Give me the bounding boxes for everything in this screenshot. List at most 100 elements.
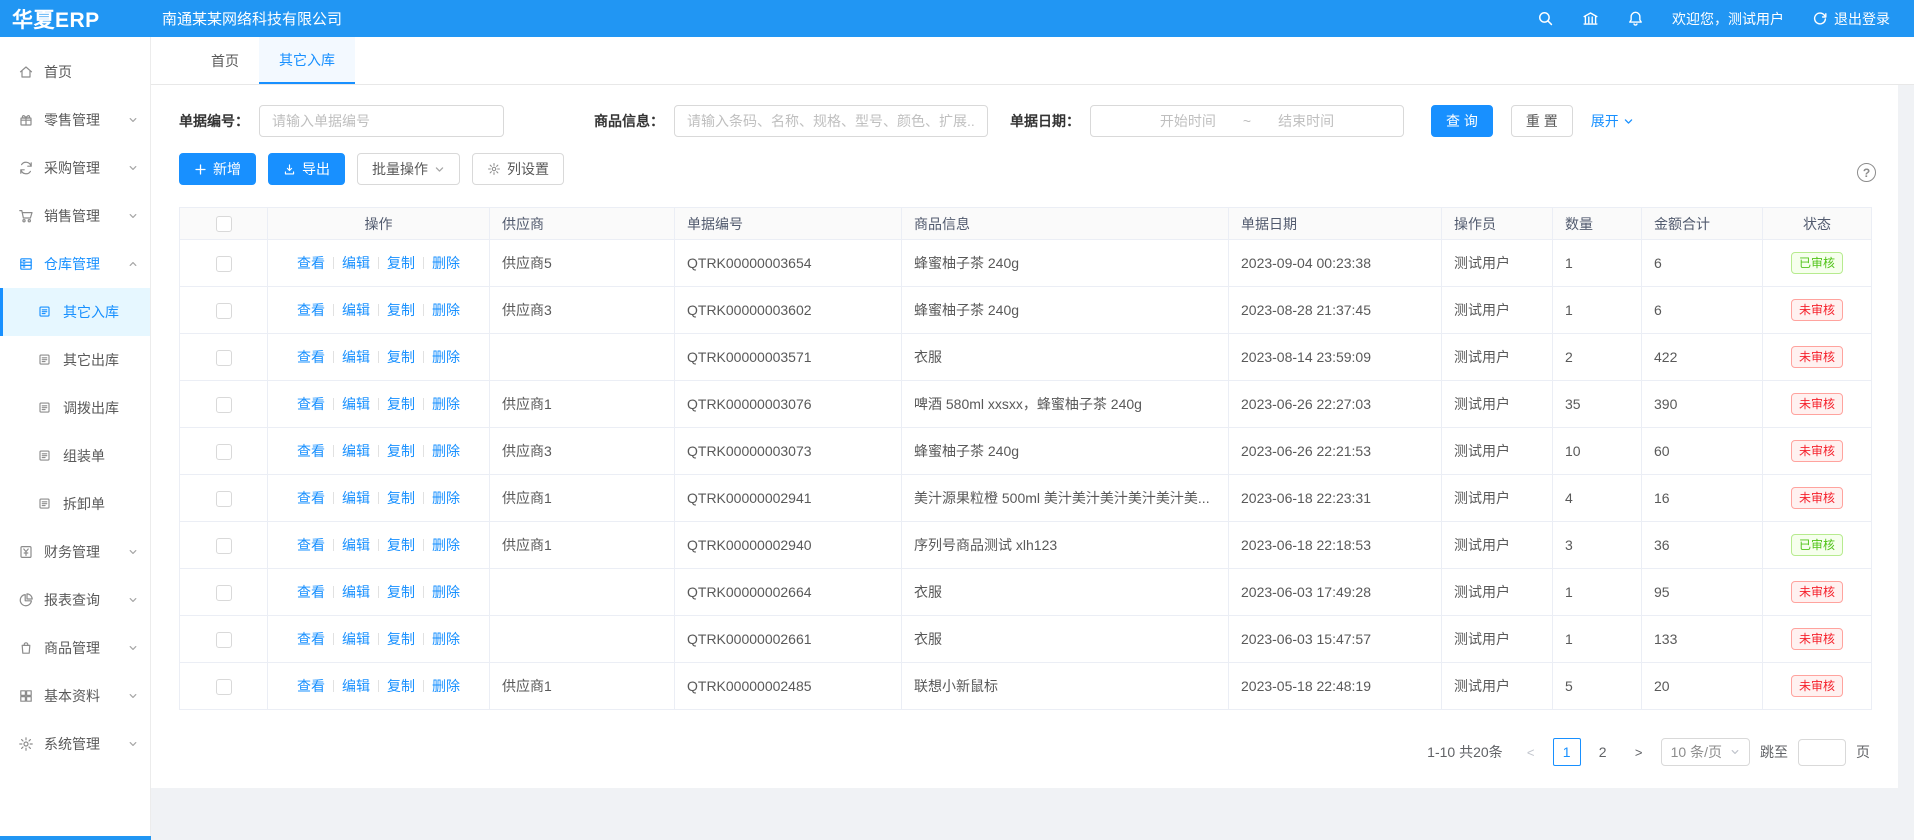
- sidebar-item-4[interactable]: 仓库管理: [0, 240, 150, 288]
- row-action-复制[interactable]: 复制: [387, 537, 415, 553]
- row-action-删除[interactable]: 删除: [432, 443, 460, 459]
- row-action-复制[interactable]: 复制: [387, 396, 415, 412]
- sidebar-item-7[interactable]: 调拨出库: [0, 384, 150, 432]
- row-checkbox[interactable]: [216, 350, 232, 366]
- row-action-复制[interactable]: 复制: [387, 443, 415, 459]
- row-action-删除[interactable]: 删除: [432, 255, 460, 271]
- tab-1[interactable]: 其它入库: [259, 37, 355, 84]
- sidebar-item-6[interactable]: 其它出库: [0, 336, 150, 384]
- bank-icon[interactable]: [1582, 10, 1599, 27]
- row-action-删除[interactable]: 删除: [432, 396, 460, 412]
- row-action-复制[interactable]: 复制: [387, 631, 415, 647]
- sidebar-item-13[interactable]: 基本资料: [0, 672, 150, 720]
- help-icon[interactable]: ?: [1857, 163, 1876, 182]
- export-button[interactable]: 导出: [268, 153, 345, 185]
- column-header: 数量: [1553, 208, 1642, 240]
- row-action-复制[interactable]: 复制: [387, 349, 415, 365]
- row-action-编辑[interactable]: 编辑: [342, 490, 370, 506]
- welcome-text: 欢迎您，测试用户: [1672, 9, 1784, 29]
- row-action-查看[interactable]: 查看: [297, 490, 325, 506]
- row-checkbox[interactable]: [216, 444, 232, 460]
- row-action-查看[interactable]: 查看: [297, 584, 325, 600]
- row-action-删除[interactable]: 删除: [432, 302, 460, 318]
- row-action-删除[interactable]: 删除: [432, 678, 460, 694]
- search-button[interactable]: 查 询: [1431, 105, 1493, 137]
- row-action-删除[interactable]: 删除: [432, 537, 460, 553]
- expand-link[interactable]: 展开: [1591, 111, 1634, 131]
- row-checkbox[interactable]: [216, 491, 232, 507]
- date-start-input[interactable]: [1143, 113, 1233, 129]
- product-info-input[interactable]: [674, 105, 988, 137]
- sidebar-item-9[interactable]: 拆卸单: [0, 480, 150, 528]
- row-action-编辑[interactable]: 编辑: [342, 678, 370, 694]
- sidebar-item-2[interactable]: 采购管理: [0, 144, 150, 192]
- row-action-编辑[interactable]: 编辑: [342, 631, 370, 647]
- row-action-编辑[interactable]: 编辑: [342, 396, 370, 412]
- row-action-编辑[interactable]: 编辑: [342, 443, 370, 459]
- sidebar-item-3[interactable]: 销售管理: [0, 192, 150, 240]
- row-action-编辑[interactable]: 编辑: [342, 349, 370, 365]
- date-range-picker[interactable]: ~: [1090, 105, 1404, 137]
- row-action-查看[interactable]: 查看: [297, 349, 325, 365]
- page-number-1[interactable]: 1: [1553, 738, 1581, 766]
- sidebar-item-8[interactable]: 组装单: [0, 432, 150, 480]
- row-action-查看[interactable]: 查看: [297, 537, 325, 553]
- next-page-button[interactable]: >: [1627, 738, 1651, 766]
- row-action-编辑[interactable]: 编辑: [342, 537, 370, 553]
- row-action-复制[interactable]: 复制: [387, 255, 415, 271]
- cell-supplier: 供应商5: [490, 240, 675, 287]
- row-action-查看[interactable]: 查看: [297, 631, 325, 647]
- tab-0[interactable]: 首页: [191, 37, 259, 84]
- add-button[interactable]: 新增: [179, 153, 256, 185]
- select-all-checkbox[interactable]: [216, 216, 232, 232]
- row-action-复制[interactable]: 复制: [387, 678, 415, 694]
- chevron-down-icon: [128, 595, 138, 605]
- row-action-查看[interactable]: 查看: [297, 443, 325, 459]
- row-action-删除[interactable]: 删除: [432, 584, 460, 600]
- row-action-编辑[interactable]: 编辑: [342, 584, 370, 600]
- row-action-复制[interactable]: 复制: [387, 584, 415, 600]
- row-checkbox[interactable]: [216, 397, 232, 413]
- column-settings-button[interactable]: 列设置: [472, 153, 564, 185]
- row-action-删除[interactable]: 删除: [432, 349, 460, 365]
- row-action-查看[interactable]: 查看: [297, 255, 325, 271]
- page-size-select[interactable]: 10 条/页: [1661, 738, 1750, 766]
- row-checkbox[interactable]: [216, 303, 232, 319]
- sidebar-item-10[interactable]: 财务管理: [0, 528, 150, 576]
- sidebar-item-1[interactable]: 零售管理: [0, 96, 150, 144]
- row-action-删除[interactable]: 删除: [432, 631, 460, 647]
- batch-actions-label: 批量操作: [372, 159, 428, 179]
- date-end-input[interactable]: [1261, 113, 1351, 129]
- row-action-复制[interactable]: 复制: [387, 490, 415, 506]
- cell-amount: 20: [1642, 663, 1763, 710]
- page-number-2[interactable]: 2: [1589, 738, 1617, 766]
- row-checkbox[interactable]: [216, 585, 232, 601]
- row-checkbox[interactable]: [216, 679, 232, 695]
- search-icon[interactable]: [1537, 10, 1554, 27]
- row-action-编辑[interactable]: 编辑: [342, 302, 370, 318]
- row-action-复制[interactable]: 复制: [387, 302, 415, 318]
- jump-page-input[interactable]: [1798, 739, 1846, 766]
- row-action-查看[interactable]: 查看: [297, 396, 325, 412]
- sidebar-item-12[interactable]: 商品管理: [0, 624, 150, 672]
- row-checkbox[interactable]: [216, 256, 232, 272]
- sidebar-item-0[interactable]: 首页: [0, 48, 150, 96]
- logout-button[interactable]: 退出登录: [1812, 9, 1890, 29]
- notification-bell-icon[interactable]: [1627, 10, 1644, 27]
- row-action-删除[interactable]: 删除: [432, 490, 460, 506]
- cell-status: 未审核: [1763, 287, 1872, 334]
- row-checkbox[interactable]: [216, 538, 232, 554]
- row-action-查看[interactable]: 查看: [297, 678, 325, 694]
- row-checkbox[interactable]: [216, 632, 232, 648]
- row-actions: 查看 编辑 复制 删除: [268, 381, 490, 428]
- reset-button[interactable]: 重 置: [1511, 105, 1573, 137]
- prev-page-button[interactable]: <: [1519, 738, 1543, 766]
- bill-no-input[interactable]: [259, 105, 504, 137]
- batch-actions-button[interactable]: 批量操作: [357, 153, 460, 185]
- row-action-查看[interactable]: 查看: [297, 302, 325, 318]
- sidebar-item-14[interactable]: 系统管理: [0, 720, 150, 768]
- cell-operator: 测试用户: [1442, 522, 1553, 569]
- sidebar-item-11[interactable]: 报表查询: [0, 576, 150, 624]
- row-action-编辑[interactable]: 编辑: [342, 255, 370, 271]
- sidebar-item-5[interactable]: 其它入库: [0, 288, 150, 336]
